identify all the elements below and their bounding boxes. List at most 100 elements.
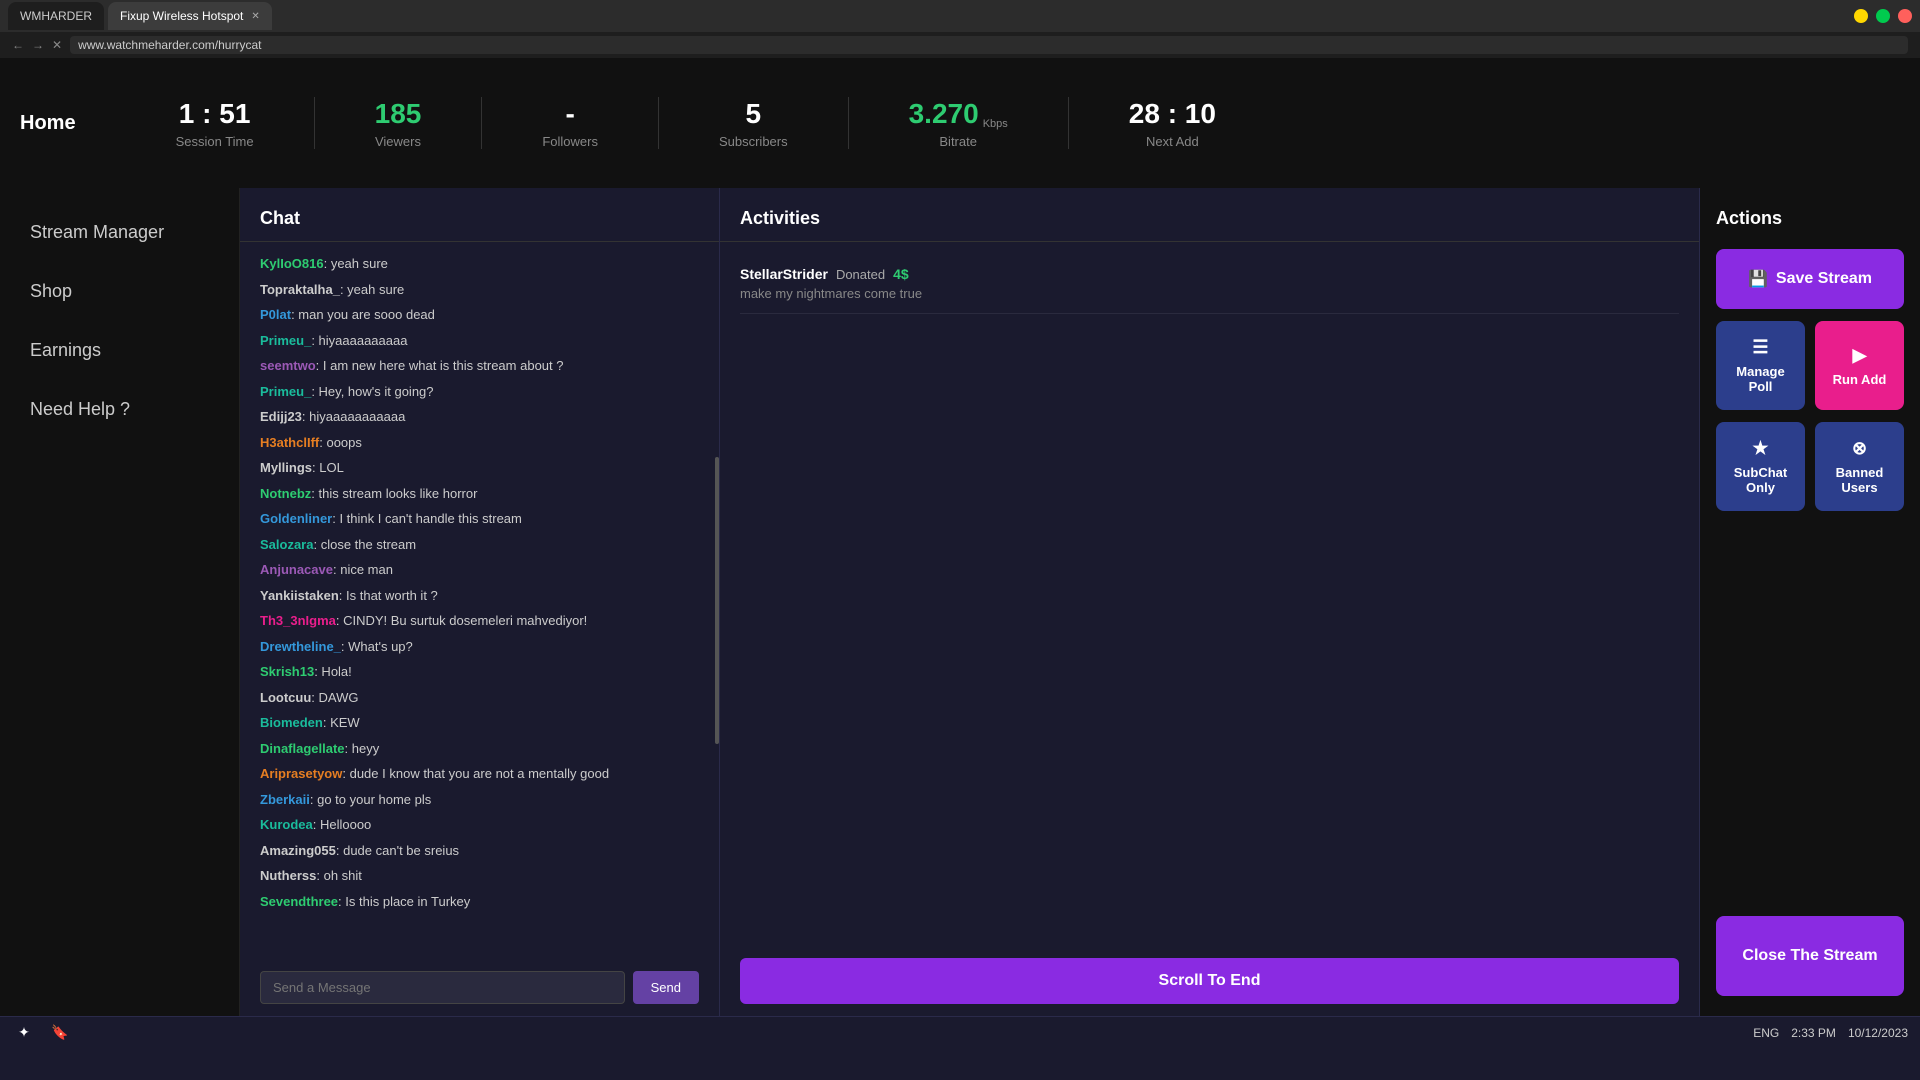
home-button[interactable]: Home (20, 112, 76, 135)
chat-message: KylIoO816: yeah sure (260, 254, 699, 274)
chat-message: Myllings: LOL (260, 458, 699, 478)
bitrate-value: 3.270 (909, 97, 979, 131)
viewers-label: Viewers (375, 134, 421, 149)
chat-text: : yeah sure (340, 282, 404, 297)
chat-text: : this stream looks like horror (311, 486, 477, 501)
scroll-to-end-button[interactable]: Scroll To End (740, 958, 1679, 1004)
viewers-value: 185 (375, 97, 422, 131)
chat-text: : yeah sure (324, 256, 388, 271)
activities-header: Activities (720, 188, 1699, 242)
send-button[interactable]: Send (633, 971, 699, 1004)
run-add-button[interactable]: ▶ Run Add (1815, 321, 1904, 410)
stat-next-add: 28 : 10 Next Add (1069, 97, 1276, 150)
close-tab-icon[interactable]: ✕ (251, 11, 259, 22)
run-add-label: Run Add (1833, 372, 1887, 387)
chat-message: Anjunacave: nice man (260, 560, 699, 580)
chat-text: : Helloooo (313, 817, 372, 832)
active-tab-label: Fixup Wireless Hotspot (120, 9, 243, 23)
chat-message: H3athclIff: ooops (260, 433, 699, 453)
chat-messages[interactable]: KylIoO816: yeah sure Topraktalha_: yeah s… (240, 242, 719, 959)
subscribers-label: Subscribers (719, 134, 788, 149)
taskbar-icon-1[interactable]: ✦ (12, 1021, 36, 1045)
chat-username: P0lat (260, 307, 291, 322)
reload-button[interactable]: ✕ (52, 38, 62, 52)
taskbar-time: 2:33 PM (1791, 1026, 1836, 1040)
inactive-tab[interactable]: WMHARDER (8, 2, 104, 30)
chat-text: : I think I can't handle this stream (332, 511, 522, 526)
chat-username: Ariprasetyow (260, 766, 342, 781)
chat-text: : man you are sooo dead (291, 307, 435, 322)
save-stream-button[interactable]: 💾 Save Stream (1716, 249, 1904, 309)
subchat-only-button[interactable]: ★ SubChat Only (1716, 422, 1805, 511)
chat-text: : KEW (323, 715, 360, 730)
back-button[interactable]: ← (12, 38, 24, 52)
chat-message: Topraktalha_: yeah sure (260, 280, 699, 300)
main-content: Stream Manager Shop Earnings Need Help ?… (0, 188, 1920, 1016)
chat-username: Nutherss (260, 868, 316, 883)
chat-text: : close the stream (313, 537, 416, 552)
chat-message: Edijj23: hiyaaaaaaaaaaa (260, 407, 699, 427)
sidebar-item-shop[interactable]: Shop (30, 277, 209, 306)
activity-top: StellarStrider Donated 4$ (740, 266, 1679, 282)
chat-text: : dude can't be sreius (336, 843, 459, 858)
chat-text: : Is this place in Turkey (338, 894, 470, 909)
chat-username: Skrish13 (260, 664, 314, 679)
chat-text: : hiyaaaaaaaaaaa (302, 409, 405, 424)
chat-username: Primeu_ (260, 333, 311, 348)
actions-header: Actions (1716, 208, 1904, 229)
chat-message: Skrish13: Hola! (260, 662, 699, 682)
chat-username: Drewtheline_ (260, 639, 341, 654)
banned-users-button[interactable]: ⊗ Banned Users (1815, 422, 1904, 511)
close-stream-button[interactable]: Close The Stream (1716, 916, 1904, 996)
forward-button[interactable]: → (32, 38, 44, 52)
chat-input[interactable] (260, 971, 625, 1004)
taskbar-icon-2[interactable]: 🔖 (48, 1021, 72, 1045)
activity-user: StellarStrider (740, 266, 828, 282)
activities-panel: Activities StellarStrider Donated 4$ mak… (720, 188, 1700, 1016)
sidebar-item-earnings[interactable]: Earnings (30, 336, 209, 365)
chat-text: : dude I know that you are not a mentall… (342, 766, 609, 781)
stat-viewers: 185 Viewers (315, 97, 483, 150)
chat-message: Nutherss: oh shit (260, 866, 699, 886)
chat-username: Myllings (260, 460, 312, 475)
chat-message: Primeu_: hiyaaaaaaaaaa (260, 331, 699, 351)
chat-message: Goldenliner: I think I can't handle this… (260, 509, 699, 529)
activity-amount: 4$ (893, 266, 909, 282)
actions-panel: Actions 💾 Save Stream ☰ Manage Poll ▶ Ru… (1700, 188, 1920, 1016)
close-window-button[interactable] (1898, 9, 1912, 23)
activity-item: StellarStrider Donated 4$ make my nightm… (740, 254, 1679, 314)
chat-message: Salozara: close the stream (260, 535, 699, 555)
chat-message: seemtwo: I am new here what is this stre… (260, 356, 699, 376)
manage-poll-icon: ☰ (1752, 337, 1768, 358)
chat-message: Zberkaii: go to your home pls (260, 790, 699, 810)
chat-panel: Chat KylIoO816: yeah sureTopraktalha_: y… (240, 188, 720, 1016)
run-add-icon: ▶ (1853, 345, 1867, 366)
sidebar-item-need-help[interactable]: Need Help ? (30, 395, 209, 424)
subchat-banned-row: ★ SubChat Only ⊗ Banned Users (1716, 422, 1904, 511)
chat-text: : nice man (333, 562, 393, 577)
taskbar-right: ENG 2:33 PM 10/12/2023 (1753, 1026, 1908, 1040)
session-time-value: 1 : 51 (179, 97, 251, 131)
chat-text: : go to your home pls (310, 792, 431, 807)
chat-message: Yankiistaken: Is that worth it ? (260, 586, 699, 606)
manage-poll-label: Manage Poll (1724, 364, 1797, 394)
maximize-button[interactable] (1876, 9, 1890, 23)
chat-message: Primeu_: Hey, how's it going? (260, 382, 699, 402)
banned-users-icon: ⊗ (1852, 438, 1867, 459)
chat-message: P0lat: man you are sooo dead (260, 305, 699, 325)
address-bar: ← → ✕ (0, 32, 1920, 58)
active-tab[interactable]: Fixup Wireless Hotspot ✕ (108, 2, 272, 30)
bitrate-label: Bitrate (939, 134, 977, 149)
chat-text: : CINDY! Bu surtuk dosemeleri mahvediyor… (336, 613, 587, 628)
manage-poll-button[interactable]: ☰ Manage Poll (1716, 321, 1805, 410)
chat-text: : I am new here what is this stream abou… (316, 358, 564, 373)
sidebar-item-stream-manager[interactable]: Stream Manager (30, 218, 209, 247)
chat-scrollbar (715, 457, 719, 744)
minimize-button[interactable] (1854, 9, 1868, 23)
url-input[interactable] (70, 36, 1908, 54)
chat-username: Notnebz (260, 486, 311, 501)
chat-username: Yankiistaken (260, 588, 339, 603)
subchat-only-label: SubChat Only (1724, 465, 1797, 495)
browser-chrome: WMHARDER Fixup Wireless Hotspot ✕ ← → ✕ (0, 0, 1920, 58)
banned-users-label: Banned Users (1823, 465, 1896, 495)
